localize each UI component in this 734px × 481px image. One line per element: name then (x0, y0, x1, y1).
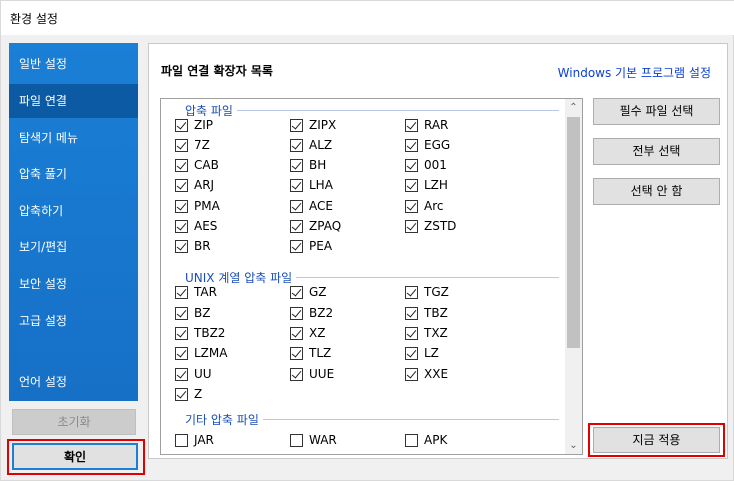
checkbox-box (290, 220, 303, 233)
checkbox-box (175, 220, 188, 233)
checkbox-box (405, 307, 418, 320)
checkbox-box (175, 388, 188, 401)
ok-button[interactable]: 확인 (12, 443, 138, 470)
scroll-thumb[interactable] (567, 117, 580, 348)
checkbox-box (290, 434, 303, 447)
checkbox-box (405, 434, 418, 447)
checkbox-box (290, 307, 303, 320)
checkbox-box (175, 307, 188, 320)
reset-button[interactable]: 초기화 (12, 409, 136, 435)
checkbox-box (175, 200, 188, 213)
windows-default-programs-link[interactable]: Windows 기본 프로그램 설정 (558, 64, 711, 81)
group-title-other: 기타 압축 파일 (175, 411, 263, 428)
sidebar-item-extract[interactable]: 압축 풀기 (9, 157, 138, 191)
checkbox-box (290, 368, 303, 381)
checkbox-box (175, 434, 188, 447)
file-assoc-panel: 파일 연결 확장자 목록 Windows 기본 프로그램 설정 압축 파일 ZI… (148, 43, 728, 459)
checkbox-box (290, 139, 303, 152)
checkbox-box (175, 159, 188, 172)
checkbox-box (290, 159, 303, 172)
checkbox-box (405, 220, 418, 233)
settings-window: 환경 설정 일반 설정 파일 연결 탐색기 메뉴 압축 풀기 압축하기 보기/편… (0, 0, 734, 481)
select-none-button[interactable]: 선택 안 함 (593, 178, 720, 205)
checkbox-box (290, 240, 303, 253)
checkbox-box (405, 119, 418, 132)
sidebar-item-file-assoc[interactable]: 파일 연결 (9, 84, 138, 118)
checkbox-box (175, 179, 188, 192)
checkbox-box (405, 327, 418, 340)
checkbox-box (290, 286, 303, 299)
checkbox-box (290, 119, 303, 132)
window-title: 환경 설정 (10, 12, 58, 26)
apply-now-button[interactable]: 지금 적용 (593, 427, 720, 453)
sidebar: 일반 설정 파일 연결 탐색기 메뉴 압축 풀기 압축하기 보기/편집 보안 설… (9, 43, 138, 401)
checkbox-box (175, 327, 188, 340)
sidebar-item-general[interactable]: 일반 설정 (9, 47, 138, 81)
checkbox-box (175, 286, 188, 299)
sidebar-item-security[interactable]: 보안 설정 (9, 267, 138, 301)
checkbox-box (405, 368, 418, 381)
checkbox-box (290, 327, 303, 340)
checkbox-box (175, 240, 188, 253)
group-title-archives: 압축 파일 (175, 102, 237, 119)
checkbox-box (405, 286, 418, 299)
sidebar-item-view-edit[interactable]: 보기/편집 (9, 230, 138, 264)
sidebar-item-compress[interactable]: 압축하기 (9, 194, 138, 228)
title-bar: 환경 설정 (1, 1, 734, 35)
scroll-down-icon[interactable]: ⌄ (565, 437, 582, 454)
checkbox-box (290, 200, 303, 213)
panel-title: 파일 연결 확장자 목록 (161, 64, 273, 78)
vertical-scrollbar[interactable]: ⌃ ⌄ (565, 99, 582, 454)
sidebar-item-explorer-menu[interactable]: 탐색기 메뉴 (9, 121, 138, 155)
extension-list[interactable]: 압축 파일 ZIP ZIPX RAR 7Z ALZ EGG CAB BH 001… (160, 98, 583, 455)
checkbox-box (290, 347, 303, 360)
sidebar-item-language[interactable]: 언어 설정 (9, 365, 138, 399)
group-title-unix: UNIX 계열 압축 파일 (175, 269, 297, 286)
scroll-up-icon[interactable]: ⌃ (565, 99, 582, 116)
checkbox-box (290, 179, 303, 192)
checkbox-box (405, 159, 418, 172)
checkbox-box (405, 200, 418, 213)
checkbox-box (175, 119, 188, 132)
checkbox-box (175, 139, 188, 152)
checkbox-box (405, 179, 418, 192)
checkbox-box (175, 347, 188, 360)
select-required-button[interactable]: 필수 파일 선택 (593, 98, 720, 125)
sidebar-item-advanced[interactable]: 고급 설정 (9, 304, 138, 338)
checkbox-box (175, 368, 188, 381)
checkbox-box (405, 139, 418, 152)
checkbox-box (405, 347, 418, 360)
select-all-button[interactable]: 전부 선택 (593, 138, 720, 165)
